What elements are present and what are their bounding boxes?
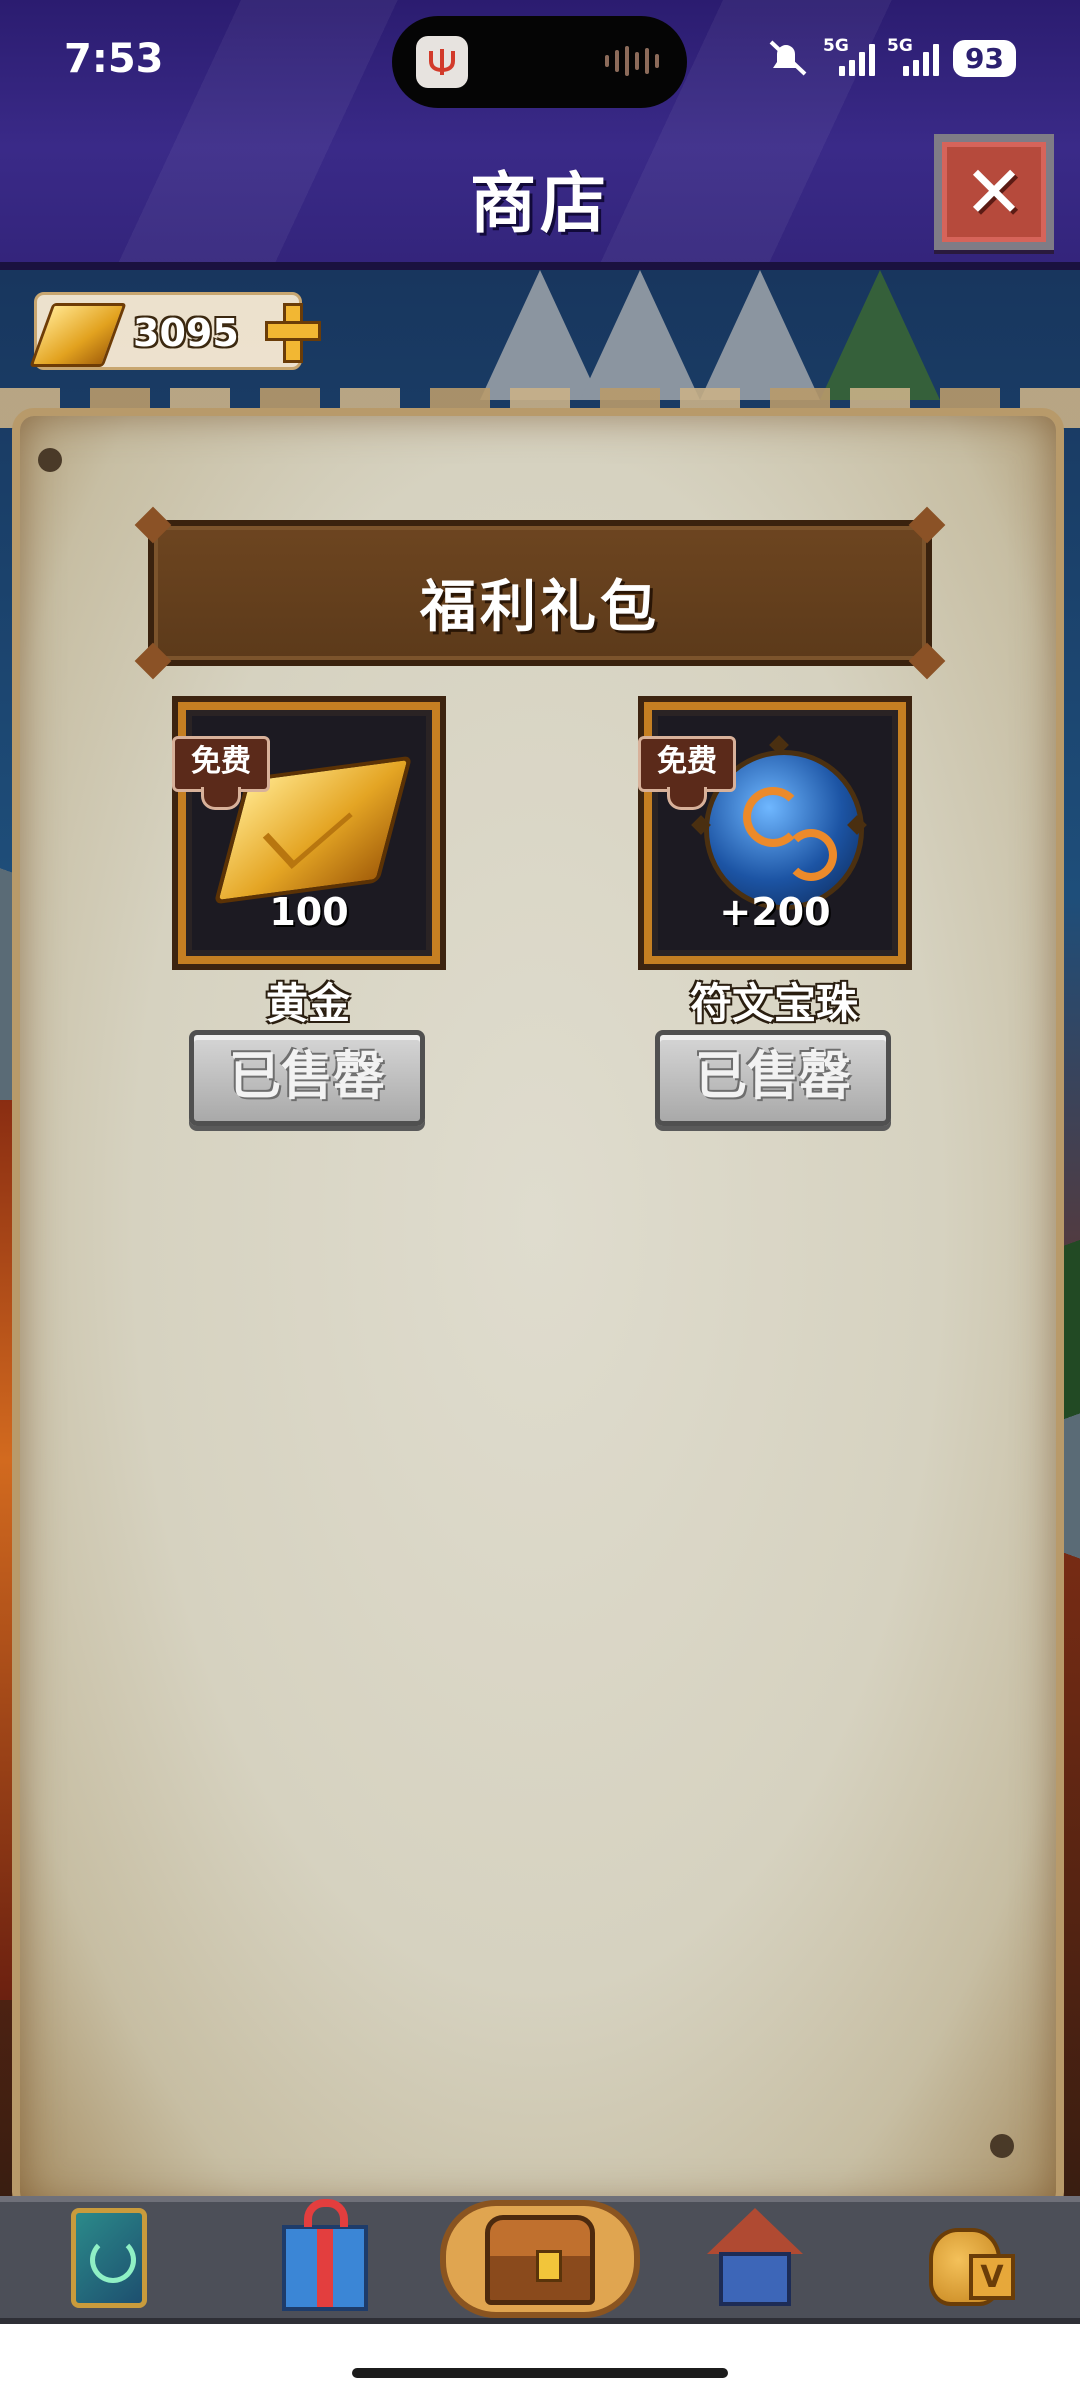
treasure-chest-icon bbox=[485, 2215, 595, 2305]
offer-name: 黄金 bbox=[265, 979, 350, 1028]
section-title: 福利礼包 bbox=[420, 575, 660, 640]
pin-icon bbox=[38, 448, 62, 472]
gold-currency-display[interactable]: 3095 bbox=[29, 292, 321, 370]
system-bottom-area bbox=[0, 2324, 1080, 2400]
offer-card-rune-orb[interactable]: 免费 +200 bbox=[638, 702, 906, 964]
app-icon bbox=[416, 36, 468, 88]
network-1-label: 5G bbox=[823, 36, 849, 56]
card-deck-icon bbox=[71, 2208, 147, 2308]
free-badge: 免费 bbox=[638, 736, 736, 810]
offer-name: 符文宝珠 bbox=[689, 979, 858, 1028]
mountain-decoration bbox=[700, 270, 820, 400]
plus-icon[interactable] bbox=[265, 303, 321, 363]
audio-wave-icon bbox=[605, 46, 659, 76]
nav-item-shop[interactable] bbox=[485, 2210, 595, 2310]
nav-item-gifts[interactable] bbox=[270, 2199, 380, 2311]
page-title: 商店 bbox=[470, 165, 610, 242]
free-badge: 免费 bbox=[172, 736, 270, 810]
gold-amount: 3095 bbox=[133, 311, 239, 355]
signal-1-icon: 5G bbox=[823, 36, 876, 76]
battery-indicator: 93 bbox=[953, 39, 1016, 77]
dynamic-island bbox=[392, 16, 687, 108]
nav-item-vip-bag[interactable] bbox=[916, 2208, 1026, 2308]
signal-2-icon: 5G bbox=[887, 36, 940, 76]
section-banner: 福利礼包 bbox=[134, 506, 946, 680]
offer-card-gold[interactable]: 免费 100 bbox=[172, 702, 440, 964]
sold-out-button[interactable]: 已售罄 bbox=[655, 1030, 891, 1126]
gold-bag-icon bbox=[923, 2210, 1019, 2306]
pin-icon bbox=[990, 2134, 1014, 2158]
home-indicator[interactable] bbox=[352, 2368, 728, 2378]
gift-box-icon bbox=[282, 2199, 368, 2311]
tavern-house-icon bbox=[707, 2208, 803, 2308]
sold-out-button[interactable]: 已售罄 bbox=[189, 1030, 425, 1126]
nav-item-tavern[interactable] bbox=[700, 2208, 810, 2308]
header-divider bbox=[0, 262, 1080, 270]
nav-item-cards[interactable] bbox=[54, 2208, 164, 2308]
status-time: 7:53 bbox=[64, 36, 164, 82]
offer-quantity: 100 bbox=[269, 890, 349, 934]
mountain-decoration bbox=[580, 270, 700, 400]
mute-icon bbox=[769, 40, 807, 76]
forest-decoration bbox=[820, 270, 940, 400]
status-icons: 5G 5G 93 bbox=[765, 36, 1016, 78]
shop-panel bbox=[12, 408, 1064, 2214]
network-2-label: 5G bbox=[887, 36, 913, 56]
close-icon: ✕ bbox=[963, 150, 1025, 234]
close-button[interactable]: ✕ bbox=[934, 134, 1054, 250]
gold-bar-icon bbox=[29, 303, 127, 367]
offer-quantity: +200 bbox=[719, 890, 831, 934]
